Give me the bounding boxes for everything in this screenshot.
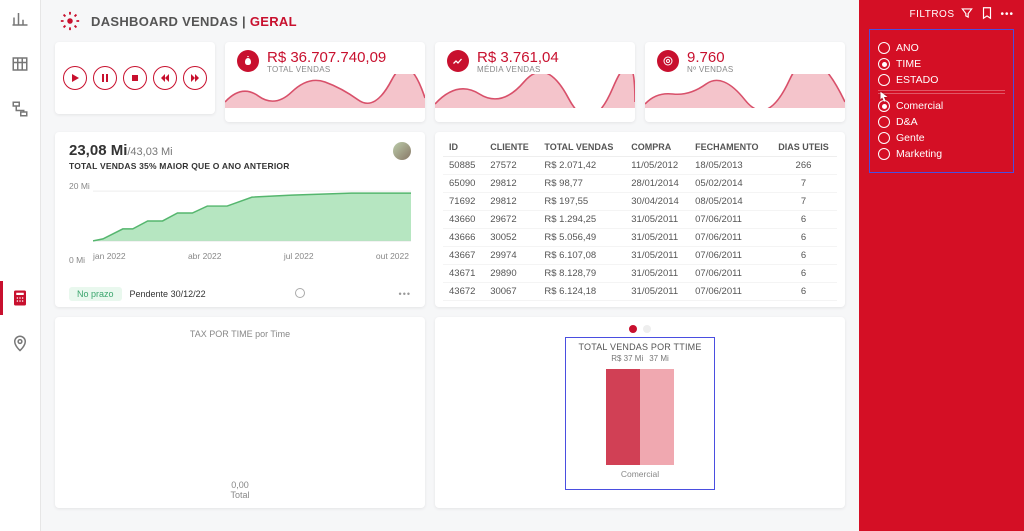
kpi-count-label: Nº VENDAS: [687, 65, 734, 74]
table-header[interactable]: CLIENTE: [484, 138, 538, 157]
money-bag-icon: [237, 50, 259, 72]
tax-label: Total: [230, 490, 249, 500]
kpi-total-vendas: R$ 36.707.740,09 TOTAL VENDAS: [225, 42, 425, 122]
bar-title: TOTAL VENDAS POR TTIME: [578, 342, 701, 352]
area-subtitle: TOTAL VENDAS 35% MAIOR QUE O ANO ANTERIO…: [69, 161, 290, 171]
rail-table-icon[interactable]: [11, 55, 29, 76]
filter-option[interactable]: D&A: [878, 116, 1005, 128]
rail-location-icon[interactable]: [11, 334, 29, 355]
filter-label: ESTADO: [896, 74, 938, 86]
page-header: DASHBOARD VENDAS | GERAL: [41, 0, 859, 36]
playback-controls: [55, 42, 215, 114]
x-tick: jul 2022: [284, 251, 314, 261]
total-vendas-por-time-card: TOTAL VENDAS POR TTIME R$ 37 Mi 37 Mi Co…: [435, 317, 845, 508]
trend-icon: [447, 50, 469, 72]
filter-label: ANO: [896, 42, 919, 54]
pause-button[interactable]: [93, 66, 117, 90]
table-row[interactable]: 4366029672R$ 1.294,2531/05/201107/06/201…: [443, 211, 837, 229]
x-tick: jan 2022: [93, 251, 126, 261]
tax-value: 0,00: [231, 480, 249, 490]
stop-button[interactable]: [123, 66, 147, 90]
bar-value-label: R$ 37 Mi: [611, 354, 643, 363]
circle-icon[interactable]: [294, 287, 306, 301]
filter-option[interactable]: Gente: [878, 132, 1005, 144]
x-tick: abr 2022: [188, 251, 222, 261]
filter-label: Gente: [896, 132, 925, 144]
table-header[interactable]: FECHAMENTO: [689, 138, 770, 157]
kpi-avg-value: R$ 3.761,04: [477, 50, 559, 65]
bookmark-icon[interactable]: [980, 6, 994, 23]
nav-rail: [0, 0, 41, 531]
y-tick: 0 Mi: [69, 255, 90, 265]
table-row[interactable]: 6509029812R$ 98,7728/01/201405/02/20147: [443, 175, 837, 193]
table-row[interactable]: 7169229812R$ 197,5530/04/201408/05/20147: [443, 193, 837, 211]
table-row[interactable]: 4367230067R$ 6.124,1831/05/201107/06/201…: [443, 283, 837, 301]
more-icon[interactable]: •••: [399, 289, 411, 299]
area-chart-card: 23,08 Mi/43,03 Mi TOTAL VENDAS 35% MAIOR…: [55, 132, 425, 307]
page-dot[interactable]: [643, 325, 651, 333]
filter-option[interactable]: Comercial: [878, 100, 1005, 112]
filter-icon[interactable]: [960, 6, 974, 23]
tax-title: TAX POR TIME por Time: [190, 329, 290, 339]
table-header[interactable]: COMPRA: [625, 138, 689, 157]
filter-label: D&A: [896, 116, 918, 128]
sales-table: IDCLIENTETOTAL VENDASCOMPRAFECHAMENTODIA…: [435, 132, 845, 307]
rail-model-icon[interactable]: [11, 100, 29, 121]
kpi-media-vendas: R$ 3.761,04 MÉDIA VENDAS: [435, 42, 635, 122]
page-title: DASHBOARD VENDAS | GERAL: [91, 14, 297, 29]
kpi-n-vendas: 9.760 Nº VENDAS: [645, 42, 845, 122]
radio-icon: [878, 58, 890, 70]
brand-logo-icon: [59, 10, 81, 32]
filter-label: TIME: [896, 58, 921, 70]
table-row[interactable]: 4366729974R$ 6.107,0831/05/201107/06/201…: [443, 247, 837, 265]
filter-label: Comercial: [896, 100, 943, 112]
bar-category: Comercial: [621, 469, 659, 479]
prev-button[interactable]: [153, 66, 177, 90]
radio-icon: [878, 148, 890, 160]
table-header[interactable]: DIAS UTEIS: [770, 138, 837, 157]
y-tick: 20 Mi: [69, 181, 90, 191]
radio-icon: [878, 42, 890, 54]
table-header[interactable]: ID: [443, 138, 484, 157]
filter-panel: FILTROS ••• ANO TIME ESTADO Comercial D&A Ge…: [859, 0, 1024, 531]
play-button[interactable]: [63, 66, 87, 90]
filter-option[interactable]: Marketing: [878, 148, 1005, 160]
area-value: 23,08 Mi/43,03 Mi: [69, 142, 290, 159]
kpi-count-value: 9.760: [687, 50, 734, 65]
radio-icon: [878, 132, 890, 144]
page-dot[interactable]: [629, 325, 637, 333]
filter-label: Marketing: [896, 148, 942, 160]
target-icon: [657, 50, 679, 72]
radio-icon: [878, 116, 890, 128]
more-icon[interactable]: •••: [1000, 9, 1014, 20]
tax-por-time-card: TAX POR TIME por Time 0,00 Total: [55, 317, 425, 508]
radio-icon: [878, 74, 890, 86]
bar-chart: TOTAL VENDAS POR TTIME R$ 37 Mi 37 Mi Co…: [565, 337, 714, 490]
table-row[interactable]: 4367129890R$ 8.128,7931/05/201107/06/201…: [443, 265, 837, 283]
filter-group-dimension: ANO TIME ESTADO Comercial D&A Gente Marketing: [869, 29, 1014, 173]
bar-series-2: [640, 369, 674, 465]
filter-option[interactable]: ESTADO: [878, 74, 1005, 86]
rail-calculator-icon[interactable]: [11, 289, 29, 310]
table-row[interactable]: 5088527572R$ 2.071,4211/05/201218/05/201…: [443, 157, 837, 175]
filter-option[interactable]: ANO: [878, 42, 1005, 54]
next-button[interactable]: [183, 66, 207, 90]
kpi-total-label: TOTAL VENDAS: [267, 65, 386, 74]
filter-option[interactable]: TIME: [878, 58, 1005, 70]
bar-value-label: 37 Mi: [649, 354, 669, 363]
kpi-avg-label: MÉDIA VENDAS: [477, 65, 559, 74]
table-header[interactable]: TOTAL VENDAS: [538, 138, 625, 157]
table-row[interactable]: 4366630052R$ 5.056,4931/05/201107/06/201…: [443, 229, 837, 247]
x-tick: out 2022: [376, 251, 409, 261]
rail-chart-icon[interactable]: [11, 10, 29, 31]
filter-header: FILTROS •••: [869, 6, 1014, 23]
avatar[interactable]: [393, 142, 411, 160]
kpi-total-value: R$ 36.707.740,09: [267, 50, 386, 65]
bar-series-1: [606, 369, 640, 465]
status-text: Pendente 30/12/22: [130, 289, 206, 299]
status-pill: No prazo: [69, 287, 122, 301]
